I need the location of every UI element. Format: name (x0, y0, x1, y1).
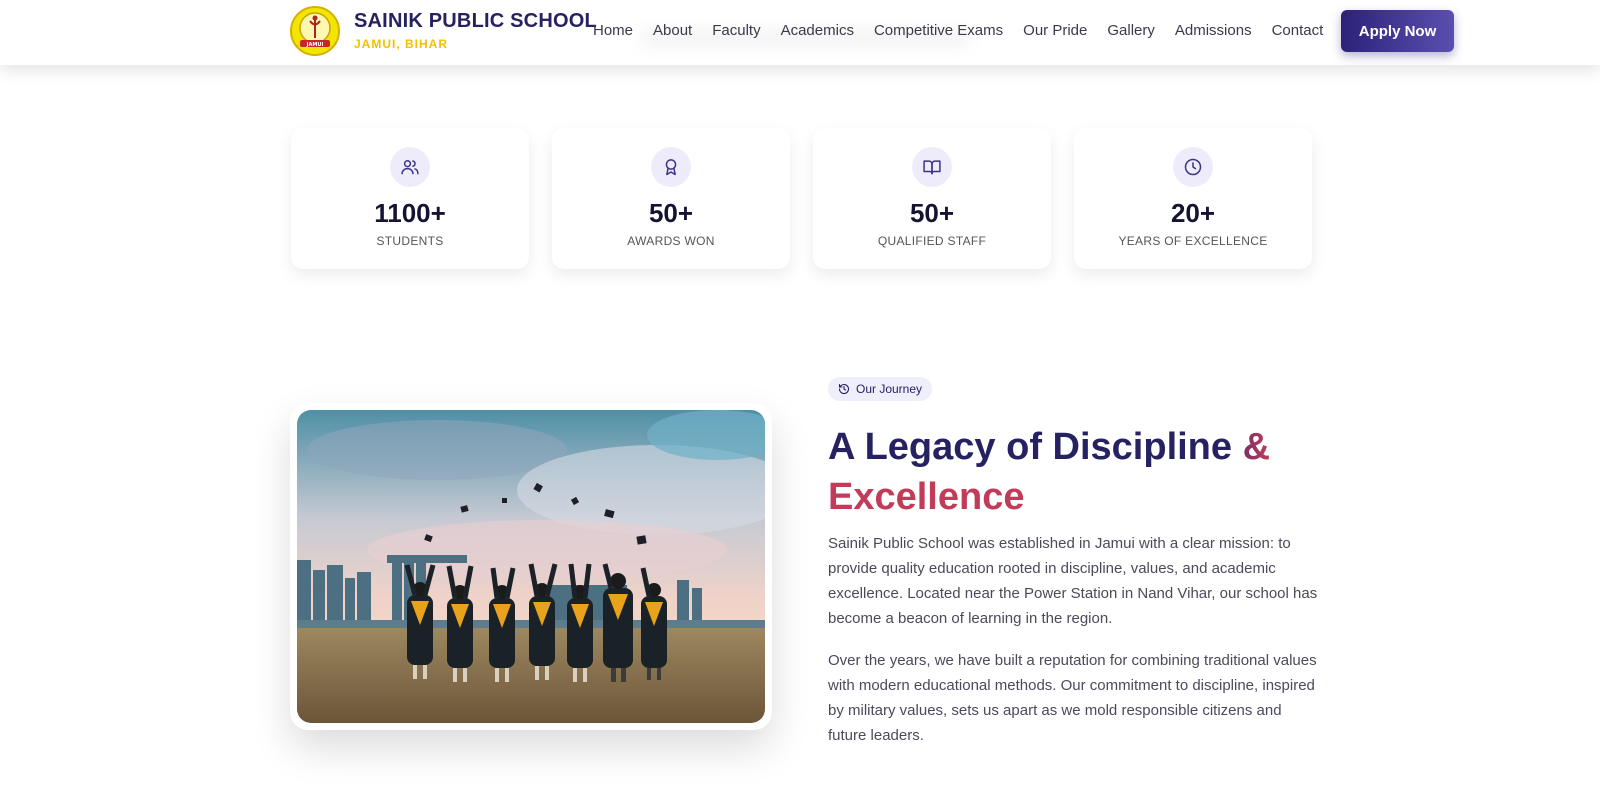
history-icon (838, 383, 850, 395)
brand-name[interactable]: SAINIK PUBLIC SCHOOL (354, 10, 597, 33)
brand-location: JAMUI, BIHAR (354, 37, 449, 51)
heading-ampersand: & (1242, 426, 1271, 468)
nav-competitive-exams[interactable]: Competitive Exams (874, 22, 1003, 39)
nav-gallery[interactable]: Gallery (1107, 22, 1155, 39)
stat-card-staff: 50+ QUALIFIED STAFF (813, 128, 1051, 269)
stat-label: QUALIFIED STAFF (877, 234, 987, 248)
stat-value: 1100+ (374, 198, 446, 228)
heading-part-1: A Legacy of Discipline (828, 426, 1243, 468)
graduation-photo (297, 410, 765, 723)
stat-card-students: 1100+ STUDENTS (291, 128, 529, 269)
clock-icon (1173, 147, 1213, 187)
nav-admissions[interactable]: Admissions (1175, 22, 1252, 39)
journey-paragraph-2: Over the years, we have built a reputati… (828, 652, 1317, 744)
heading-part-2: Excellence (828, 476, 1025, 518)
nav-contact[interactable]: Contact (1272, 22, 1324, 39)
apply-now-button[interactable]: Apply Now (1341, 10, 1454, 52)
main-nav: Home About Faculty Academics Competitive… (593, 22, 1343, 39)
nav-home[interactable]: Home (593, 22, 633, 39)
book-icon (912, 147, 952, 187)
stat-value: 20+ (1170, 198, 1216, 228)
stat-label: YEARS OF EXCELLENCE (1118, 234, 1268, 248)
stat-label: AWARDS WON (627, 234, 715, 248)
nav-about[interactable]: About (653, 22, 692, 39)
stat-value: 50+ (648, 198, 694, 228)
journey-paragraph-1: Sainik Public School was established in … (828, 535, 1318, 627)
nav-academics[interactable]: Academics (781, 22, 854, 39)
our-journey-badge: Our Journey (828, 377, 933, 401)
award-icon (651, 147, 691, 187)
school-crest-icon[interactable]: JAMUI (290, 6, 340, 56)
stat-card-years: 20+ YEARS OF EXCELLENCE (1074, 128, 1312, 269)
stat-value: 50+ (909, 198, 955, 228)
graduation-image-card (290, 403, 772, 730)
journey-heading: A Legacy of Discipline & Excellence (828, 422, 1328, 522)
stat-label: STUDENTS (376, 234, 444, 248)
nav-our-pride[interactable]: Our Pride (1023, 22, 1087, 39)
stat-card-awards: 50+ AWARDS WON (552, 128, 790, 269)
nav-faculty[interactable]: Faculty (712, 22, 760, 39)
users-icon (390, 147, 430, 187)
badge-label: Our Journey (856, 382, 923, 396)
site-header: JAMUI SAINIK PUBLIC SCHOOL JAMUI, BIHAR … (0, 0, 1600, 65)
svg-text:JAMUI: JAMUI (306, 42, 324, 48)
